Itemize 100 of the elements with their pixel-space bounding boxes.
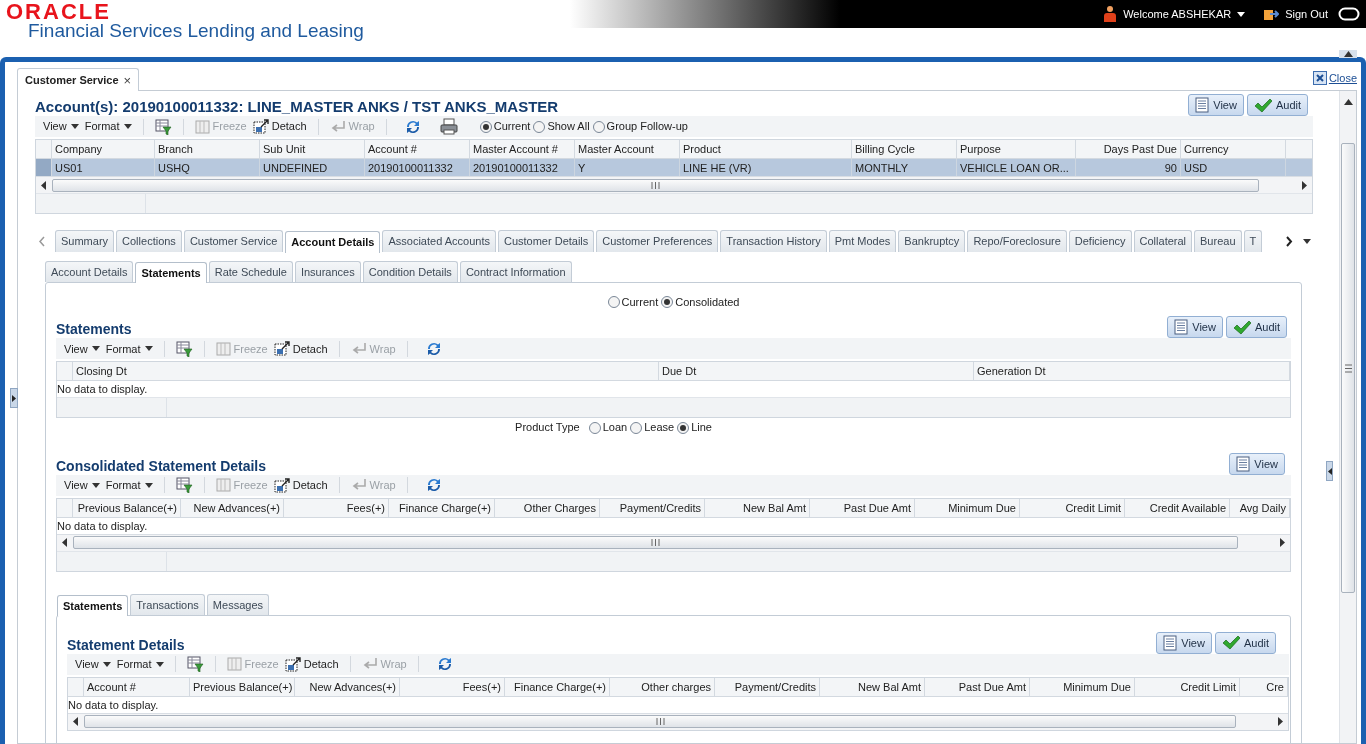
tab[interactable]: Messages <box>206 593 269 615</box>
scroll-right-icon[interactable] <box>1301 180 1307 190</box>
column-header[interactable]: Fees(+) <box>400 677 505 696</box>
radio-button[interactable] <box>479 120 492 133</box>
filter-icon[interactable] <box>175 477 193 494</box>
tab[interactable]: Customer Service <box>183 230 284 252</box>
window-tab[interactable]: Customer Service <box>25 71 119 89</box>
scroll-left-icon[interactable] <box>41 180 47 190</box>
column-header[interactable]: New Advances(+) <box>181 498 284 517</box>
detach-button[interactable]: Detach <box>284 656 339 673</box>
column-header[interactable]: Minimum Due <box>915 498 1020 517</box>
column-header[interactable]: Other Charges <box>495 498 600 517</box>
column-header[interactable]: New Advances(+) <box>295 677 400 696</box>
column-header[interactable]: Credit Available <box>1125 498 1230 517</box>
radio-button[interactable] <box>677 421 690 434</box>
radio-button[interactable] <box>588 421 601 434</box>
tab[interactable]: Collections <box>116 230 182 252</box>
column-header[interactable]: Payment/Credits <box>715 677 820 696</box>
tab[interactable]: Customer Preferences <box>596 230 719 252</box>
scroll-up-icon[interactable] <box>1343 99 1353 105</box>
side-handle[interactable] <box>10 388 18 408</box>
filter-icon[interactable] <box>175 340 193 357</box>
horizontal-scrollbar[interactable] <box>57 533 1290 551</box>
menu-button[interactable]: View <box>64 477 100 494</box>
sign-out-link[interactable]: Sign Out <box>1285 5 1328 23</box>
view-button[interactable]: View <box>1156 631 1212 654</box>
user-menu[interactable]: Welcome ABSHEKAR <box>1123 5 1246 23</box>
horizontal-scrollbar[interactable] <box>36 176 1312 193</box>
horizontal-scrollbar[interactable] <box>68 712 1288 730</box>
tab[interactable]: Contract Information <box>459 261 572 282</box>
scroll-right-icon[interactable] <box>1285 236 1293 247</box>
tab[interactable]: Summary <box>55 230 115 252</box>
scroll-right-icon[interactable] <box>1279 538 1285 548</box>
column-header[interactable]: Due Dt <box>659 362 974 381</box>
audit-button[interactable]: Audit <box>1246 94 1308 116</box>
close-icon[interactable] <box>1312 71 1327 86</box>
column-header[interactable]: Other charges <box>610 677 715 696</box>
close-tab-icon[interactable]: × <box>123 73 132 87</box>
menu-button[interactable]: Format <box>105 477 153 494</box>
menu-button[interactable]: Format <box>116 656 164 673</box>
column-header[interactable]: Past Due Amt <box>925 677 1030 696</box>
filter-icon[interactable] <box>154 118 172 135</box>
tab[interactable]: Insurances <box>294 261 361 282</box>
scroll-right-icon[interactable] <box>1277 717 1283 727</box>
tab[interactable]: Repo/Foreclosure <box>967 230 1067 252</box>
tab[interactable]: Deficiency <box>1068 230 1132 252</box>
tab[interactable]: Bureau <box>1194 230 1242 252</box>
vertical-scrollbar[interactable] <box>1339 91 1356 743</box>
tab[interactable]: Associated Accounts <box>382 230 496 252</box>
menu-button[interactable]: Format <box>84 118 132 135</box>
radio-button[interactable] <box>592 120 605 133</box>
tab[interactable]: Customer Details <box>497 230 595 252</box>
printer-icon[interactable] <box>439 118 458 135</box>
column-header[interactable]: Credit Limit <box>1135 677 1240 696</box>
view-button[interactable]: View <box>1188 94 1244 116</box>
tab[interactable]: Bankruptcy <box>898 230 966 252</box>
tab[interactable]: Account Details <box>45 261 134 282</box>
audit-button[interactable]: Audit <box>1214 631 1276 654</box>
detach-button[interactable]: Detach <box>273 477 328 494</box>
column-header[interactable]: Avg Daily <box>1230 498 1290 517</box>
column-header[interactable]: New Bal Amt <box>705 498 810 517</box>
tab[interactable]: Rate Schedule <box>208 261 293 282</box>
audit-button[interactable]: Audit <box>1225 316 1287 339</box>
tab[interactable]: Transaction History <box>720 230 827 252</box>
scroll-left-icon[interactable] <box>73 717 79 727</box>
column-header[interactable]: Past Due Amt <box>810 498 915 517</box>
detach-button[interactable]: Detach <box>273 340 328 358</box>
radio-button[interactable] <box>607 296 620 309</box>
view-button[interactable]: View <box>1167 316 1223 339</box>
tab[interactable]: Statements <box>57 594 129 616</box>
menu-button[interactable]: View <box>75 656 111 673</box>
radio-button[interactable] <box>630 421 643 434</box>
tab[interactable]: Condition Details <box>362 261 458 282</box>
column-header[interactable]: Fees(+) <box>284 498 389 517</box>
column-header[interactable]: Finance Charge(+) <box>389 498 495 517</box>
caret-icon[interactable] <box>1303 239 1311 244</box>
tab[interactable]: Account Details <box>285 231 381 253</box>
tab[interactable]: Statements <box>135 262 207 283</box>
filter-icon[interactable] <box>186 656 204 673</box>
column-header[interactable]: Payment/Credits <box>600 498 705 517</box>
radio-button[interactable] <box>533 120 546 133</box>
collapse-handle[interactable] <box>1339 50 1357 58</box>
radio-button[interactable] <box>661 296 674 309</box>
column-header[interactable]: Closing Dt <box>73 362 659 381</box>
close-link[interactable]: Close <box>1328 70 1357 87</box>
menu-button[interactable]: View <box>64 340 100 358</box>
column-header[interactable]: New Bal Amt <box>820 677 925 696</box>
column-header[interactable]: Minimum Due <box>1030 677 1135 696</box>
column-header[interactable]: Previous Balance(+) <box>73 498 181 517</box>
side-handle[interactable] <box>1326 461 1333 481</box>
view-button[interactable]: View <box>1229 452 1285 475</box>
scroll-left-icon[interactable] <box>62 538 68 548</box>
menu-button[interactable]: Format <box>105 340 153 358</box>
tab[interactable]: Transactions <box>130 593 205 615</box>
column-header[interactable]: Generation Dt <box>974 362 1290 381</box>
column-header[interactable]: Finance Charge(+) <box>505 677 610 696</box>
column-header[interactable]: Previous Balance(+) <box>190 677 295 696</box>
menu-button[interactable]: View <box>43 118 79 135</box>
column-header[interactable]: Account # <box>84 677 190 696</box>
column-header[interactable]: Cre <box>1240 677 1288 696</box>
